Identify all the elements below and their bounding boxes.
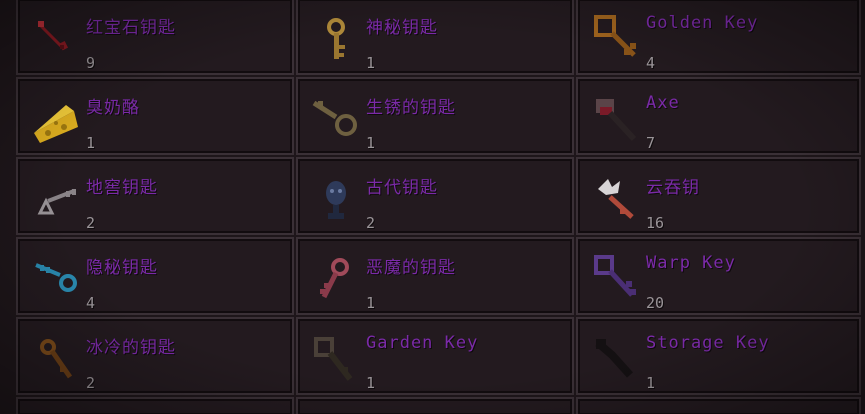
inventory-slot-axe[interactable]: Axe 7	[576, 77, 861, 155]
item-count: 1	[86, 134, 96, 152]
inventory-slot-empty[interactable]	[576, 397, 861, 414]
inventory-slot-empty[interactable]	[296, 397, 574, 414]
inventory-grid: 红宝石钥匙 9 神秘钥匙 1 Golden Key 4 臭奶酪 1 生锈的钥匙 …	[16, 0, 861, 395]
item-name: Golden Key	[646, 13, 759, 33]
item-name: 古代钥匙	[366, 178, 438, 198]
garden-key-icon	[310, 333, 362, 385]
item-name: 臭奶酪	[86, 98, 140, 118]
item-name: Garden Key	[366, 333, 479, 353]
inventory-slot-ancient-key[interactable]: 古代钥匙 2	[296, 157, 574, 235]
item-count: 2	[366, 214, 376, 232]
cellar-key-icon	[30, 173, 82, 225]
storage-key-icon	[590, 333, 642, 385]
inventory-slot-mysterious-key[interactable]: 神秘钥匙 1	[296, 0, 574, 75]
item-count: 2	[86, 374, 96, 392]
ancient-key-icon	[310, 173, 362, 225]
item-count: 1	[366, 134, 376, 152]
inventory-slot-garden-key[interactable]: Garden Key 1	[296, 317, 574, 395]
item-name: 神秘钥匙	[366, 18, 438, 38]
item-name: 红宝石钥匙	[86, 18, 176, 38]
cold-key-icon	[30, 333, 82, 385]
item-count: 20	[646, 294, 665, 312]
cloud-key-icon	[590, 173, 642, 225]
inventory-slot-warp-key[interactable]: Warp Key 20	[576, 237, 861, 315]
item-count: 2	[86, 214, 96, 232]
item-name: 生锈的钥匙	[366, 98, 456, 118]
item-name: Axe	[646, 93, 680, 113]
item-name: 冰冷的钥匙	[86, 338, 176, 358]
item-count: 16	[646, 214, 665, 232]
inventory-slot-cold-key[interactable]: 冰冷的钥匙 2	[16, 317, 294, 395]
item-count: 4	[646, 54, 656, 72]
mysterious-key-icon	[310, 13, 362, 65]
inventory-row-partial	[16, 397, 861, 414]
ruby-key-icon	[30, 13, 82, 65]
item-name: 地窖钥匙	[86, 178, 158, 198]
item-count: 7	[646, 134, 656, 152]
item-name: Storage Key	[646, 333, 770, 353]
hidden-key-icon	[30, 253, 82, 305]
item-count: 4	[86, 294, 96, 312]
inventory-slot-cellar-key[interactable]: 地窖钥匙 2	[16, 157, 294, 235]
demon-key-icon	[310, 253, 362, 305]
cheese-icon	[30, 93, 82, 145]
axe-icon	[590, 93, 642, 145]
item-count: 1	[366, 54, 376, 72]
inventory-slot-empty[interactable]	[16, 397, 294, 414]
item-count: 1	[366, 294, 376, 312]
inventory-slot-cheese[interactable]: 臭奶酪 1	[16, 77, 294, 155]
item-count: 1	[366, 374, 376, 392]
item-count: 1	[646, 374, 656, 392]
item-count: 9	[86, 54, 96, 72]
inventory-slot-ruby-key[interactable]: 红宝石钥匙 9	[16, 0, 294, 75]
item-name: 恶魔的钥匙	[366, 258, 456, 278]
inventory-screen: 红宝石钥匙 9 神秘钥匙 1 Golden Key 4 臭奶酪 1 生锈的钥匙 …	[0, 0, 865, 414]
warp-key-icon	[590, 253, 642, 305]
inventory-slot-cloud-key[interactable]: 云吞钥 16	[576, 157, 861, 235]
rusty-key-icon	[310, 93, 362, 145]
item-name: Warp Key	[646, 253, 736, 273]
inventory-slot-storage-key[interactable]: Storage Key 1	[576, 317, 861, 395]
inventory-slot-rusty-key[interactable]: 生锈的钥匙 1	[296, 77, 574, 155]
item-name: 隐秘钥匙	[86, 258, 158, 278]
item-name: 云吞钥	[646, 178, 700, 198]
inventory-slot-demon-key[interactable]: 恶魔的钥匙 1	[296, 237, 574, 315]
inventory-slot-hidden-key[interactable]: 隐秘钥匙 4	[16, 237, 294, 315]
inventory-slot-golden-key[interactable]: Golden Key 4	[576, 0, 861, 75]
golden-key-icon	[590, 13, 642, 65]
